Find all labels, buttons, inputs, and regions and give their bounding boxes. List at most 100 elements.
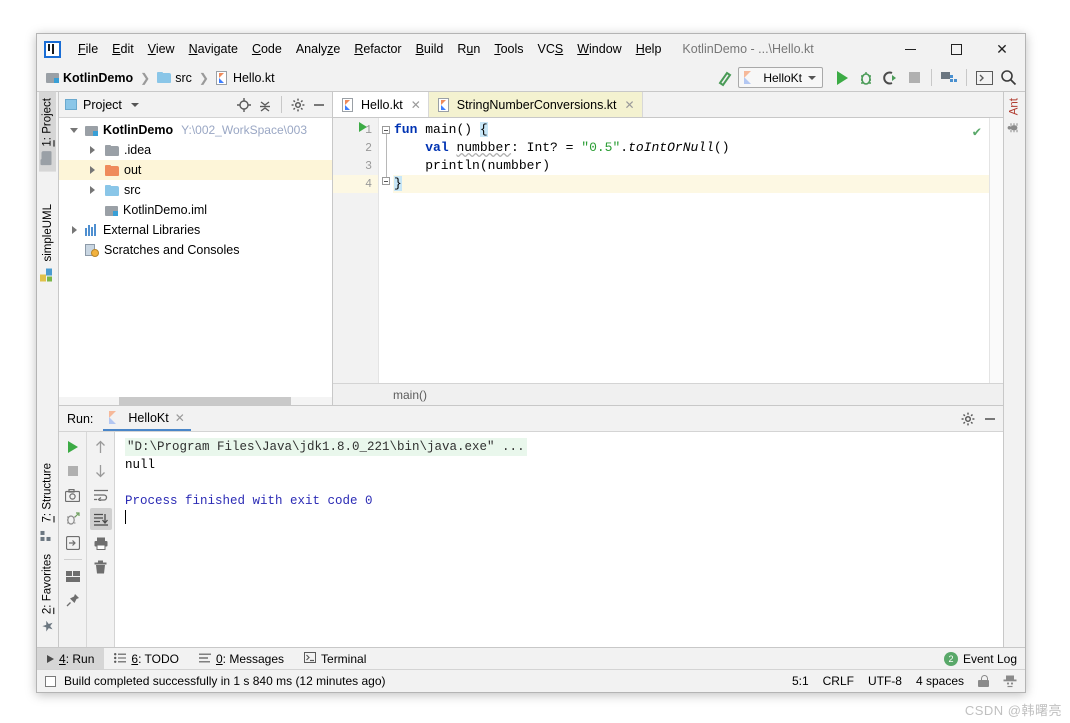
- sidebar-item-simpleuml[interactable]: simpleUML: [39, 198, 57, 289]
- folder-icon: [105, 164, 119, 176]
- run-icon[interactable]: [831, 67, 853, 89]
- tree-row-out[interactable]: out: [59, 160, 332, 180]
- up-icon[interactable]: [90, 436, 112, 458]
- run-configuration-selector[interactable]: HelloKt: [738, 67, 823, 88]
- hammer-build-icon[interactable]: [714, 67, 736, 89]
- project-horizontal-scrollbar[interactable]: [59, 397, 332, 405]
- locate-icon[interactable]: [235, 96, 253, 114]
- sidebar-item-project[interactable]: 1: Project: [39, 92, 56, 172]
- camera-icon[interactable]: [62, 484, 84, 506]
- run-console-output[interactable]: "D:\Program Files\Java\jdk1.8.0_221\bin\…: [115, 432, 1003, 647]
- todo-icon: [114, 652, 127, 666]
- fold-region-start-icon[interactable]: [382, 126, 390, 134]
- terminal-icon[interactable]: [973, 67, 995, 89]
- close-icon[interactable]: ✕: [625, 98, 635, 112]
- twisty-down-icon[interactable]: [67, 127, 81, 133]
- export-icon[interactable]: [62, 532, 84, 554]
- menu-file[interactable]: File: [71, 39, 105, 59]
- tree-row-external-libraries[interactable]: External Libraries: [59, 220, 332, 240]
- project-structure-icon[interactable]: [938, 67, 960, 89]
- sidebar-item-structure[interactable]: 7: Structure: [39, 457, 56, 547]
- folder-icon: [105, 184, 119, 196]
- breadcrumb-item-project[interactable]: KotlinDemo: [43, 70, 136, 86]
- indent-setting[interactable]: 4 spaces: [916, 674, 964, 688]
- menu-navigate[interactable]: Navigate: [182, 39, 245, 59]
- tree-row-scratches[interactable]: Scratches and Consoles: [59, 240, 332, 260]
- menu-run[interactable]: Run: [450, 39, 487, 59]
- run-side-column-secondary: [86, 432, 114, 647]
- breadcrumb-function[interactable]: main(): [393, 388, 427, 402]
- search-everywhere-icon[interactable]: [997, 67, 1019, 89]
- sidebar-item-favorites[interactable]: ★ 2: Favorites: [39, 548, 56, 639]
- twisty-right-icon[interactable]: [85, 166, 99, 174]
- tree-row-iml[interactable]: KotlinDemo.iml: [59, 200, 332, 220]
- run-tab-hellokt[interactable]: HelloKt ✕: [103, 406, 191, 431]
- menu-window[interactable]: Window: [570, 39, 628, 59]
- menu-edit[interactable]: Edit: [105, 39, 141, 59]
- menu-vcs[interactable]: VCS: [531, 39, 571, 59]
- menu-tools[interactable]: Tools: [487, 39, 530, 59]
- editor-tab-label: StringNumberConversions.kt: [456, 97, 617, 112]
- tab-terminal[interactable]: Terminal: [294, 648, 376, 669]
- menu-help[interactable]: Help: [629, 39, 669, 59]
- minimize-button[interactable]: [887, 34, 933, 64]
- debug-icon[interactable]: [855, 67, 877, 89]
- code-content[interactable]: fun main() { val numbber: Int? = "0.5".t…: [393, 118, 989, 383]
- pin-icon[interactable]: [62, 589, 84, 611]
- lock-icon[interactable]: [978, 675, 989, 687]
- hide-icon[interactable]: [310, 96, 328, 114]
- close-icon[interactable]: ✕: [411, 98, 421, 112]
- rerun-icon[interactable]: [62, 436, 84, 458]
- scroll-to-end-icon[interactable]: [89, 508, 112, 530]
- trash-icon[interactable]: [90, 556, 112, 578]
- code-editor[interactable]: 1 2 3 4 fun main() {val numbber: Int? =…: [333, 118, 1003, 383]
- thread-dump-icon[interactable]: [62, 508, 84, 530]
- settings-gear-icon[interactable]: [959, 410, 977, 428]
- tree-row-kotlindemo[interactable]: KotlinDemo Y:\002_WorkSpace\003: [59, 120, 332, 140]
- caret-position[interactable]: 5:1: [792, 674, 809, 688]
- down-icon[interactable]: [90, 460, 112, 482]
- menu-view[interactable]: View: [141, 39, 182, 59]
- breadcrumb-item-file[interactable]: Hello.kt: [213, 70, 278, 86]
- code-folding-column[interactable]: [379, 118, 393, 383]
- tab-hello-kt[interactable]: Hello.kt ✕: [333, 92, 429, 117]
- run-with-coverage-icon[interactable]: [879, 67, 901, 89]
- tab-stringnumberconversions-kt[interactable]: StringNumberConversions.kt ✕: [428, 92, 643, 117]
- menu-code[interactable]: Code: [245, 39, 289, 59]
- inspection-ok-icon[interactable]: ✔: [973, 124, 981, 141]
- editor-gutter[interactable]: 1 2 3 4: [333, 118, 379, 383]
- tab-messages[interactable]: 0: Messages: [189, 648, 294, 669]
- sidebar-item-ant[interactable]: Ant: [1006, 92, 1023, 139]
- tree-label: KotlinDemo: [103, 123, 174, 137]
- settings-gear-icon[interactable]: [289, 96, 307, 114]
- inspections-hector-icon[interactable]: [1003, 675, 1017, 687]
- collapse-all-icon[interactable]: [256, 96, 274, 114]
- twisty-right-icon[interactable]: [85, 146, 99, 154]
- tree-row-idea[interactable]: .idea: [59, 140, 332, 160]
- scrollbar-thumb[interactable]: [119, 397, 292, 405]
- layout-settings-icon[interactable]: [62, 565, 84, 587]
- tab-run[interactable]: 4: Run: [37, 648, 105, 669]
- fold-region-end-icon[interactable]: [382, 177, 390, 185]
- line-separator[interactable]: CRLF: [823, 674, 854, 688]
- close-icon[interactable]: ✕: [175, 411, 185, 425]
- run-gutter-icon[interactable]: [359, 122, 367, 132]
- close-button[interactable]: ✕: [979, 34, 1025, 64]
- twisty-right-icon[interactable]: [85, 186, 99, 194]
- hide-icon[interactable]: [981, 410, 999, 428]
- project-pane-title[interactable]: Project: [65, 98, 139, 112]
- file-encoding[interactable]: UTF-8: [868, 674, 902, 688]
- maximize-button[interactable]: [933, 34, 979, 64]
- event-log-button[interactable]: 2 Event Log: [943, 651, 1017, 666]
- soft-wrap-icon[interactable]: [90, 484, 112, 506]
- menu-build[interactable]: Build: [409, 39, 451, 59]
- menu-analyze[interactable]: Analyze: [289, 39, 347, 59]
- menu-refactor[interactable]: Refactor: [347, 39, 408, 59]
- stop-icon[interactable]: [62, 460, 84, 482]
- editor-error-stripe[interactable]: [989, 118, 1003, 383]
- tab-todo[interactable]: 6: TODO: [104, 648, 189, 669]
- print-icon[interactable]: [90, 532, 112, 554]
- breadcrumb-item-src[interactable]: src: [154, 70, 195, 86]
- tree-row-src[interactable]: src: [59, 180, 332, 200]
- twisty-right-icon[interactable]: [67, 226, 81, 234]
